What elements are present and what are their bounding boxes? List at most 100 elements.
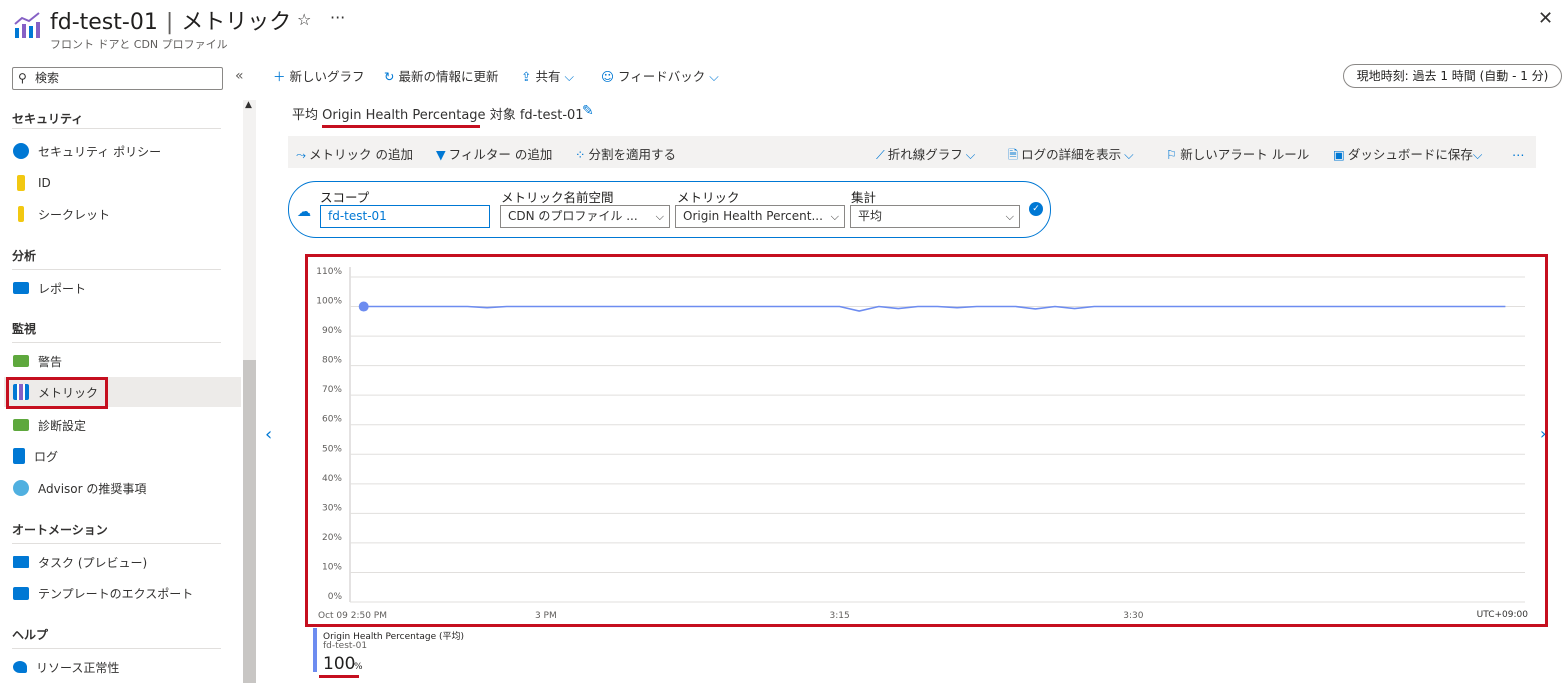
y-tick-label: 80%: [322, 356, 342, 366]
sidebar-item-label: セキュリティ ポリシー: [38, 144, 162, 159]
apply-split-button[interactable]: ⁘ 分割を適用する: [575, 144, 676, 163]
sidebar-item-label: 警告: [38, 354, 63, 369]
x-tick-label: 3:30: [1123, 611, 1143, 621]
new-chart-button[interactable]: ＋新しいグラフ: [273, 66, 365, 85]
heading-target: fd-test-01: [519, 108, 584, 123]
save-icon: ▣: [1333, 147, 1345, 162]
scroll-up-icon[interactable]: ▲: [245, 100, 252, 110]
search-input[interactable]: ⚲ 検索: [12, 67, 223, 90]
chevron-down-icon: ⌵: [709, 69, 719, 84]
plus-icon: ＋: [273, 69, 286, 84]
metrics-app-icon: [14, 12, 40, 38]
search-placeholder: 検索: [35, 71, 60, 85]
x-tick-label: Oct 09 2:50 PM: [318, 611, 387, 621]
y-tick-label: 100%: [316, 297, 342, 307]
legend-value: 100: [323, 654, 356, 674]
page-subtitle: フロント ドアと CDN プロファイル: [50, 38, 228, 51]
sidebar-item-diagnostic-settings[interactable]: 診断設定: [4, 410, 241, 440]
page-title: fd-test-01 | メトリック: [50, 10, 292, 35]
timezone-label: UTC+09:00: [1477, 610, 1529, 620]
add-filter-label: フィルター の追加: [448, 147, 553, 162]
feedback-button[interactable]: ☺ フィードバック ⌵: [601, 66, 723, 85]
line-chart-button[interactable]: ⟋ 折れ線グラフ ⌵: [876, 144, 978, 163]
more-options-button[interactable]: …: [1512, 144, 1525, 159]
refresh-icon: ↻: [384, 69, 395, 84]
sidebar-item-label: ログ: [34, 449, 59, 464]
more-icon[interactable]: ···: [330, 8, 345, 27]
sidebar-item-export-template[interactable]: テンプレートのエクスポート: [4, 578, 241, 608]
metric-select[interactable]: Origin Health Percent... ⌵: [675, 205, 845, 228]
logs-icon: [13, 448, 25, 464]
new-chart-label: 新しいグラフ: [289, 69, 365, 84]
chevron-right-icon[interactable]: ›: [1540, 424, 1546, 443]
legend-value-highlight: [319, 675, 359, 678]
alert-rule-icon: ⚐: [1166, 147, 1178, 162]
new-alert-rule-button[interactable]: ⚐ 新しいアラート ルール: [1166, 144, 1309, 163]
chevron-left-icon[interactable]: ‹: [265, 424, 272, 445]
aggregation-value: 平均: [858, 209, 883, 223]
add-metric-icon: ⤳: [296, 147, 307, 162]
sidebar-item-label: Advisor の推奨事項: [38, 481, 147, 496]
namespace-select[interactable]: CDN のプロファイル ... ⌵: [500, 205, 670, 228]
chevron-down-icon: ⌵: [655, 210, 664, 223]
sidebar-item-reports[interactable]: レポート: [4, 273, 241, 303]
series-line: [363, 305, 1506, 312]
y-tick-label: 10%: [322, 562, 342, 572]
add-filter-button[interactable]: ▼ フィルター の追加: [436, 144, 552, 163]
metric-name-highlight: [322, 125, 480, 128]
x-tick-label: 3 PM: [535, 611, 557, 621]
confirm-check-icon[interactable]: ✓: [1029, 202, 1043, 216]
split-icon: ⁘: [575, 147, 586, 162]
cloud-resource-icon: ☁: [297, 204, 311, 220]
divider: [12, 648, 221, 649]
drill-logs-label: ログの詳細を表示: [1021, 147, 1122, 162]
divider: [12, 543, 221, 544]
apply-split-label: 分割を適用する: [588, 147, 676, 162]
save-to-dashboard-button[interactable]: ▣ ダッシュボードに保存⌵: [1333, 144, 1485, 163]
divider: [12, 269, 221, 270]
sidebar-item-alerts[interactable]: 警告: [4, 346, 241, 376]
export-template-icon: [13, 586, 29, 600]
logs-icon: 🗎: [1008, 147, 1019, 162]
sidebar-item-id[interactable]: ID: [4, 168, 241, 198]
close-icon[interactable]: ✕: [1538, 8, 1553, 29]
namespace-label: メトリック名前空間: [501, 190, 614, 205]
sidebar-item-logs[interactable]: ログ: [4, 441, 241, 471]
edit-title-icon[interactable]: ✎: [582, 103, 594, 119]
sidebar-item-resource-health[interactable]: リソース正常性: [4, 652, 241, 682]
sidebar-item-secrets[interactable]: シークレット: [4, 199, 241, 229]
add-metric-button[interactable]: ⤳ メトリック の追加: [296, 144, 413, 163]
diagnostic-icon: [13, 419, 29, 431]
sidebar-item-tasks[interactable]: タスク (プレビュー): [4, 547, 241, 577]
sidebar-item-advisor[interactable]: Advisor の推奨事項: [4, 473, 241, 503]
y-tick-label: 60%: [322, 415, 342, 425]
share-icon: ⇪: [521, 69, 532, 84]
scope-input[interactable]: fd-test-01: [320, 205, 490, 228]
star-icon[interactable]: ☆: [297, 10, 311, 29]
chevron-down-icon: ⌵: [564, 69, 574, 84]
share-button[interactable]: ⇪ 共有 ⌵: [521, 66, 578, 85]
time-range-button[interactable]: 現地時刻: 過去 1 時間 (自動 - 1 分): [1343, 64, 1562, 88]
metric-line-chart[interactable]: 0% 10% 20% 30% 40% 50% 60% 70% 80% 90% 100% 110% Oct…: [308, 257, 1545, 624]
scope-label: スコープ: [320, 190, 370, 205]
sidebar-scrollbar-thumb[interactable]: [243, 360, 256, 683]
collapse-sidebar-icon[interactable]: «: [235, 68, 244, 84]
chevron-down-icon: ⌵: [1005, 210, 1014, 223]
sidebar-item-metrics[interactable]: メトリック: [4, 377, 241, 409]
namespace-value: CDN のプロファイル ...: [508, 209, 638, 223]
sidebar-item-security-policy[interactable]: セキュリティ ポリシー: [4, 136, 241, 166]
section-automation: オートメーション: [12, 523, 108, 537]
sidebar: ⚲ 検索 « セキュリティ セキュリティ ポリシー ID シークレット 分析 レポ…: [0, 60, 256, 683]
sidebar-item-label: リソース正常性: [36, 660, 120, 675]
advisor-icon: [13, 480, 29, 496]
aggregation-select[interactable]: 平均 ⌵: [850, 205, 1020, 228]
refresh-button[interactable]: ↻ 最新の情報に更新: [384, 66, 499, 85]
drill-logs-button[interactable]: 🗎 ログの詳細を表示 ⌵: [1008, 144, 1137, 167]
heading-aggregation: 平均: [292, 108, 319, 123]
secret-key-icon: [18, 206, 24, 222]
add-metric-label: メトリック の追加: [309, 147, 413, 162]
y-tick-label: 70%: [322, 385, 342, 395]
chevron-down-icon: ⌵: [1472, 147, 1483, 162]
chart-title[interactable]: 平均 Origin Health Percentage 対象 fd-test-0…: [292, 104, 584, 123]
refresh-label: 最新の情報に更新: [398, 69, 499, 84]
